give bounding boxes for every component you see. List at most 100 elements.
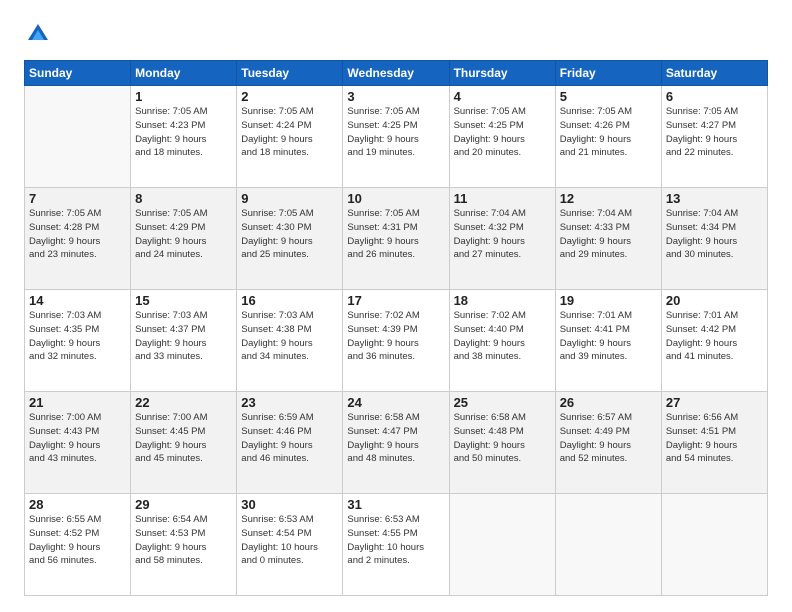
day-info: Sunrise: 6:57 AM Sunset: 4:49 PM Dayligh… [560,411,657,466]
day-number: 17 [347,293,444,308]
day-info: Sunrise: 7:02 AM Sunset: 4:39 PM Dayligh… [347,309,444,364]
calendar-cell: 17Sunrise: 7:02 AM Sunset: 4:39 PM Dayli… [343,290,449,392]
calendar-cell: 27Sunrise: 6:56 AM Sunset: 4:51 PM Dayli… [661,392,767,494]
day-info: Sunrise: 6:53 AM Sunset: 4:54 PM Dayligh… [241,513,338,568]
day-info: Sunrise: 7:03 AM Sunset: 4:38 PM Dayligh… [241,309,338,364]
calendar-week-1: 7Sunrise: 7:05 AM Sunset: 4:28 PM Daylig… [25,188,768,290]
calendar-cell: 18Sunrise: 7:02 AM Sunset: 4:40 PM Dayli… [449,290,555,392]
header [24,20,768,48]
calendar-cell [661,494,767,596]
day-number: 15 [135,293,232,308]
calendar-cell: 16Sunrise: 7:03 AM Sunset: 4:38 PM Dayli… [237,290,343,392]
day-number: 9 [241,191,338,206]
day-number: 3 [347,89,444,104]
day-info: Sunrise: 7:05 AM Sunset: 4:25 PM Dayligh… [347,105,444,160]
day-info: Sunrise: 6:58 AM Sunset: 4:47 PM Dayligh… [347,411,444,466]
calendar-cell: 23Sunrise: 6:59 AM Sunset: 4:46 PM Dayli… [237,392,343,494]
calendar-cell: 20Sunrise: 7:01 AM Sunset: 4:42 PM Dayli… [661,290,767,392]
day-number: 11 [454,191,551,206]
calendar-cell: 14Sunrise: 7:03 AM Sunset: 4:35 PM Dayli… [25,290,131,392]
day-info: Sunrise: 7:03 AM Sunset: 4:37 PM Dayligh… [135,309,232,364]
calendar-cell: 9Sunrise: 7:05 AM Sunset: 4:30 PM Daylig… [237,188,343,290]
day-number: 22 [135,395,232,410]
calendar-cell: 29Sunrise: 6:54 AM Sunset: 4:53 PM Dayli… [131,494,237,596]
calendar-cell: 1Sunrise: 7:05 AM Sunset: 4:23 PM Daylig… [131,86,237,188]
page: SundayMondayTuesdayWednesdayThursdayFrid… [0,0,792,612]
calendar-cell: 19Sunrise: 7:01 AM Sunset: 4:41 PM Dayli… [555,290,661,392]
calendar-cell [449,494,555,596]
day-number: 6 [666,89,763,104]
calendar-week-3: 21Sunrise: 7:00 AM Sunset: 4:43 PM Dayli… [25,392,768,494]
day-info: Sunrise: 7:04 AM Sunset: 4:33 PM Dayligh… [560,207,657,262]
calendar-week-2: 14Sunrise: 7:03 AM Sunset: 4:35 PM Dayli… [25,290,768,392]
day-number: 2 [241,89,338,104]
day-number: 31 [347,497,444,512]
day-info: Sunrise: 7:00 AM Sunset: 4:45 PM Dayligh… [135,411,232,466]
day-number: 19 [560,293,657,308]
calendar-cell: 6Sunrise: 7:05 AM Sunset: 4:27 PM Daylig… [661,86,767,188]
calendar-cell: 4Sunrise: 7:05 AM Sunset: 4:25 PM Daylig… [449,86,555,188]
weekday-header-monday: Monday [131,61,237,86]
day-number: 27 [666,395,763,410]
day-info: Sunrise: 7:05 AM Sunset: 4:23 PM Dayligh… [135,105,232,160]
day-info: Sunrise: 7:05 AM Sunset: 4:24 PM Dayligh… [241,105,338,160]
day-info: Sunrise: 6:53 AM Sunset: 4:55 PM Dayligh… [347,513,444,568]
day-info: Sunrise: 6:54 AM Sunset: 4:53 PM Dayligh… [135,513,232,568]
day-info: Sunrise: 6:56 AM Sunset: 4:51 PM Dayligh… [666,411,763,466]
calendar-cell: 31Sunrise: 6:53 AM Sunset: 4:55 PM Dayli… [343,494,449,596]
day-number: 29 [135,497,232,512]
calendar-cell: 10Sunrise: 7:05 AM Sunset: 4:31 PM Dayli… [343,188,449,290]
day-number: 25 [454,395,551,410]
calendar-cell [25,86,131,188]
day-info: Sunrise: 6:55 AM Sunset: 4:52 PM Dayligh… [29,513,126,568]
day-info: Sunrise: 7:04 AM Sunset: 4:34 PM Dayligh… [666,207,763,262]
day-info: Sunrise: 7:05 AM Sunset: 4:30 PM Dayligh… [241,207,338,262]
day-info: Sunrise: 7:05 AM Sunset: 4:27 PM Dayligh… [666,105,763,160]
day-number: 18 [454,293,551,308]
weekday-header-wednesday: Wednesday [343,61,449,86]
day-info: Sunrise: 7:03 AM Sunset: 4:35 PM Dayligh… [29,309,126,364]
calendar-cell: 13Sunrise: 7:04 AM Sunset: 4:34 PM Dayli… [661,188,767,290]
day-number: 30 [241,497,338,512]
calendar-cell: 7Sunrise: 7:05 AM Sunset: 4:28 PM Daylig… [25,188,131,290]
calendar-cell: 12Sunrise: 7:04 AM Sunset: 4:33 PM Dayli… [555,188,661,290]
calendar-cell: 26Sunrise: 6:57 AM Sunset: 4:49 PM Dayli… [555,392,661,494]
calendar-cell: 11Sunrise: 7:04 AM Sunset: 4:32 PM Dayli… [449,188,555,290]
day-number: 20 [666,293,763,308]
day-info: Sunrise: 7:05 AM Sunset: 4:29 PM Dayligh… [135,207,232,262]
weekday-header-saturday: Saturday [661,61,767,86]
day-number: 24 [347,395,444,410]
calendar-cell: 24Sunrise: 6:58 AM Sunset: 4:47 PM Dayli… [343,392,449,494]
weekday-header-thursday: Thursday [449,61,555,86]
calendar-cell: 3Sunrise: 7:05 AM Sunset: 4:25 PM Daylig… [343,86,449,188]
calendar-cell: 21Sunrise: 7:00 AM Sunset: 4:43 PM Dayli… [25,392,131,494]
day-info: Sunrise: 6:59 AM Sunset: 4:46 PM Dayligh… [241,411,338,466]
day-info: Sunrise: 7:05 AM Sunset: 4:28 PM Dayligh… [29,207,126,262]
day-number: 4 [454,89,551,104]
day-number: 28 [29,497,126,512]
calendar-cell: 5Sunrise: 7:05 AM Sunset: 4:26 PM Daylig… [555,86,661,188]
day-info: Sunrise: 7:05 AM Sunset: 4:25 PM Dayligh… [454,105,551,160]
day-number: 14 [29,293,126,308]
day-number: 8 [135,191,232,206]
day-info: Sunrise: 7:01 AM Sunset: 4:42 PM Dayligh… [666,309,763,364]
day-number: 12 [560,191,657,206]
calendar-cell: 8Sunrise: 7:05 AM Sunset: 4:29 PM Daylig… [131,188,237,290]
day-number: 21 [29,395,126,410]
calendar-cell: 28Sunrise: 6:55 AM Sunset: 4:52 PM Dayli… [25,494,131,596]
day-info: Sunrise: 7:05 AM Sunset: 4:26 PM Dayligh… [560,105,657,160]
calendar-cell: 2Sunrise: 7:05 AM Sunset: 4:24 PM Daylig… [237,86,343,188]
calendar-cell: 22Sunrise: 7:00 AM Sunset: 4:45 PM Dayli… [131,392,237,494]
day-number: 10 [347,191,444,206]
day-number: 26 [560,395,657,410]
calendar-table: SundayMondayTuesdayWednesdayThursdayFrid… [24,60,768,596]
weekday-header-sunday: Sunday [25,61,131,86]
day-info: Sunrise: 6:58 AM Sunset: 4:48 PM Dayligh… [454,411,551,466]
day-number: 13 [666,191,763,206]
day-info: Sunrise: 7:01 AM Sunset: 4:41 PM Dayligh… [560,309,657,364]
weekday-header-row: SundayMondayTuesdayWednesdayThursdayFrid… [25,61,768,86]
calendar-cell: 30Sunrise: 6:53 AM Sunset: 4:54 PM Dayli… [237,494,343,596]
day-info: Sunrise: 7:02 AM Sunset: 4:40 PM Dayligh… [454,309,551,364]
weekday-header-tuesday: Tuesday [237,61,343,86]
logo-icon [24,20,52,48]
